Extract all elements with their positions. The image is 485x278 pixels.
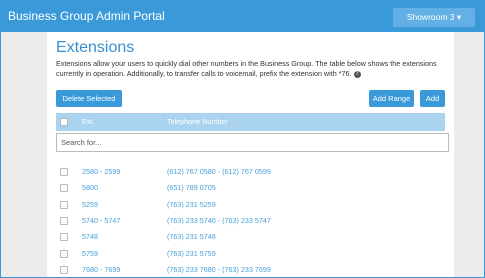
page-description: Extensions allow your users to quickly d… (56, 59, 452, 79)
showroom-dropdown[interactable]: Showroom 3 ▾ (393, 8, 475, 27)
column-header-telephone: Telephone Number (167, 117, 228, 126)
telephone-number-link[interactable]: (763) 231 5759 (167, 249, 216, 258)
row-checkbox[interactable] (60, 200, 68, 209)
extension-link[interactable]: 5759 (82, 249, 98, 258)
row-checkbox[interactable] (60, 265, 68, 274)
search-input[interactable] (56, 133, 449, 152)
add-range-button[interactable]: Add Range (369, 90, 414, 107)
table-row: 5800 (651) 789 0705 (47, 181, 454, 196)
table-row: 2580 - 2599 (612) 767 0580 - (612) 767 05… (47, 165, 454, 180)
telephone-number-link[interactable]: (612) 767 0580 - (612) 767 0599 (167, 167, 271, 176)
delete-selected-button[interactable]: Delete Selected (56, 90, 122, 107)
table-row: 5259 (763) 231 5259 (47, 198, 454, 213)
row-checkbox[interactable] (60, 249, 68, 258)
table-header: Ext. Telephone Number (56, 113, 445, 131)
telephone-number-link[interactable]: (763) 231 5259 (167, 200, 216, 209)
extension-link[interactable]: 7680 - 7699 (82, 265, 120, 274)
table-row: 7680 - 7699 (763) 233 7680 - (763) 233 76… (47, 263, 454, 277)
row-checkbox[interactable] (60, 233, 68, 242)
portal-title: Business Group Admin Portal (8, 9, 165, 23)
row-checkbox[interactable] (60, 184, 68, 193)
select-all-checkbox[interactable] (60, 118, 68, 126)
main-panel: Extensions Extensions allow your users t… (47, 32, 454, 277)
telephone-number-link[interactable]: (651) 789 0705 (167, 183, 216, 192)
extension-link[interactable]: 5259 (82, 200, 98, 209)
telephone-number-link[interactable]: (763) 231 5748 (167, 232, 216, 241)
table-row: 5748 (763) 231 5748 (47, 230, 454, 245)
column-header-ext: Ext. (82, 117, 95, 126)
top-bar: Business Group Admin Portal Showroom 3 ▾ (1, 1, 484, 32)
table-row: 5759 (763) 231 5759 (47, 247, 454, 262)
extension-link[interactable]: 5740 - 5747 (82, 216, 120, 225)
row-checkbox[interactable] (60, 168, 68, 176)
table-row: 5740 - 5747 (763) 233 5740 - (763) 233 57… (47, 214, 454, 229)
telephone-number-link[interactable]: (763) 233 7680 - (763) 233 7699 (167, 265, 271, 274)
row-checkbox[interactable] (60, 216, 68, 225)
app-window: Business Group Admin Portal Showroom 3 ▾… (0, 0, 485, 278)
help-icon[interactable]: ? (353, 70, 361, 78)
telephone-number-link[interactable]: (763) 233 5740 - (763) 233 5747 (167, 216, 271, 225)
description-text: Extensions allow your users to quickly d… (56, 59, 437, 78)
extension-link[interactable]: 5748 (82, 232, 98, 241)
extension-link[interactable]: 2580 - 2599 (82, 167, 120, 176)
page-title: Extensions (56, 39, 135, 56)
extension-link[interactable]: 5800 (82, 183, 98, 192)
add-button[interactable]: Add (420, 90, 445, 107)
